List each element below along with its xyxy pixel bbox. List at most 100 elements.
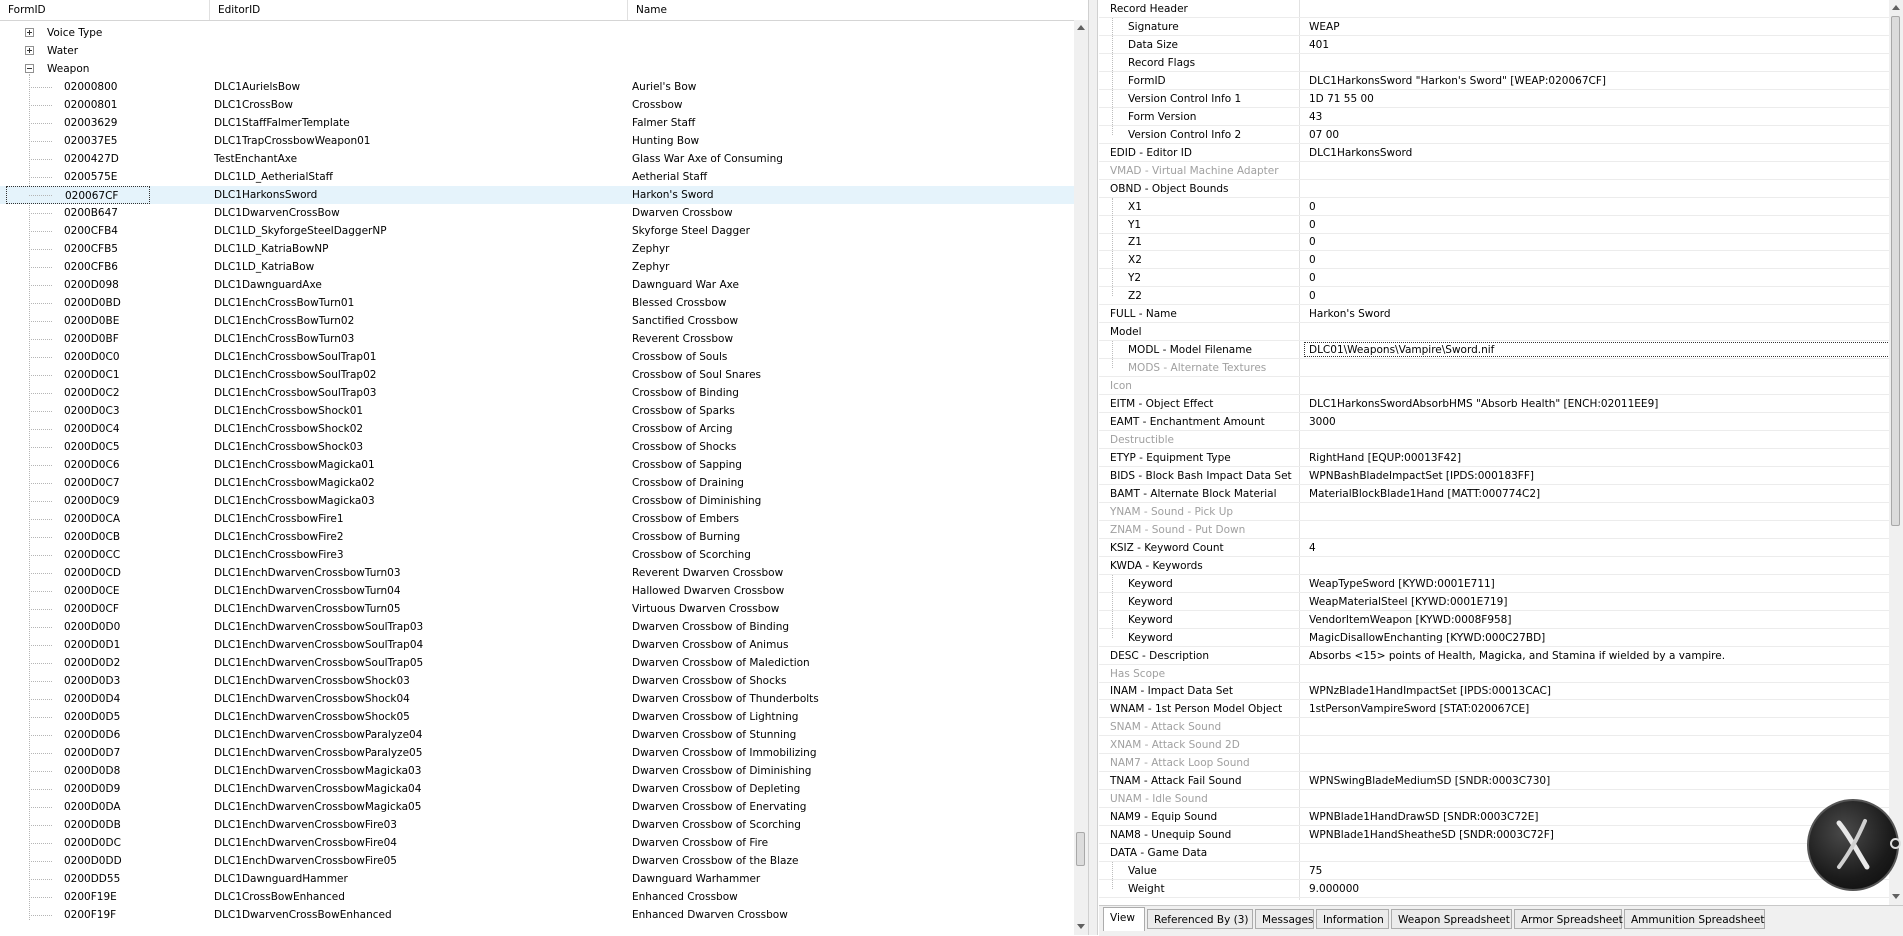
tab-armor-spreadsheet[interactable]: Armor Spreadsheet <box>1514 909 1623 929</box>
record-field-row[interactable]: Value 75 <box>1099 862 1889 881</box>
table-row[interactable]: 0200D0DB DLC1EnchDwarvenCrossbowFire03 Dwa… <box>0 816 1074 834</box>
table-row[interactable]: 0200D0BF DLC1EnchCrossBowTurn03 Reverent C… <box>0 330 1074 348</box>
record-field-row[interactable]: MODL - Model Filename DLC01\Weapons\Vampi… <box>1099 341 1889 360</box>
table-row[interactable]: 0200D0CC DLC1EnchCrossbowFire3 Crossbow of… <box>0 546 1074 564</box>
table-row[interactable]: 0200D0D6 DLC1EnchDwarvenCrossbowParalyze0… <box>0 726 1074 744</box>
table-row[interactable]: 0200D0D9 DLC1EnchDwarvenCrossbowMagicka04… <box>0 780 1074 798</box>
table-row[interactable]: 0200D0D3 DLC1EnchDwarvenCrossbowShock03 Dw… <box>0 672 1074 690</box>
table-row[interactable]: 0200D0D4 DLC1EnchDwarvenCrossbowShock04 Dw… <box>0 690 1074 708</box>
table-row[interactable]: 0200D0C3 DLC1EnchCrossbowShock01 Crossbow … <box>0 402 1074 420</box>
column-header-editorid[interactable]: EditorID <box>210 0 628 20</box>
record-field-row[interactable]: NAM8 - Unequip Sound WPNBlade1HandSheathe… <box>1099 826 1889 845</box>
table-row[interactable]: 0200D0C6 DLC1EnchCrossbowMagicka01 Crossbo… <box>0 456 1074 474</box>
table-row[interactable]: 0200D0D5 DLC1EnchDwarvenCrossbowShock05 Dw… <box>0 708 1074 726</box>
table-row[interactable]: 0200B647 DLC1DwarvenCrossBow Dwarven Cross… <box>0 204 1074 222</box>
left-scrollbar[interactable] <box>1074 20 1088 935</box>
logo-handle-icon[interactable] <box>1890 838 1901 849</box>
table-row-selected[interactable]: 020067CF DLC1HarkonsSword Harkon's Sword <box>0 186 1074 204</box>
record-field-row[interactable]: Record Header <box>1099 0 1889 18</box>
table-row[interactable]: 0200CFB4 DLC1LD_SkyforgeSteelDaggerNP Skyf… <box>0 222 1074 240</box>
table-row[interactable]: 0200D0CB DLC1EnchCrossbowFire2 Crossbow of… <box>0 528 1074 546</box>
field-value-editor[interactable]: DLC01\Weapons\Vampire\Sword.nif <box>1304 342 1889 358</box>
record-field-row[interactable]: ZNAM - Sound - Put Down <box>1099 521 1889 539</box>
table-row[interactable]: 0200CFB6 DLC1LD_KatriaBow Zephyr <box>0 258 1074 276</box>
table-row[interactable]: 0200D0CF DLC1EnchDwarvenCrossbowTurn05 Vir… <box>0 600 1074 618</box>
record-field-row[interactable]: KSIZ - Keyword Count 4 <box>1099 539 1889 557</box>
table-row[interactable]: 0200D098 DLC1DawnguardAxe Dawnguard War Ax… <box>0 276 1074 294</box>
record-field-row[interactable]: Has Scope <box>1099 665 1889 683</box>
tab-weapon-spreadsheet[interactable]: Weapon Spreadsheet <box>1391 909 1512 929</box>
table-row[interactable]: 0200D0D7 DLC1EnchDwarvenCrossbowParalyze0… <box>0 744 1074 762</box>
tab-referenced-by-3[interactable]: Referenced By (3) <box>1147 909 1253 929</box>
tab-view[interactable]: View <box>1103 907 1145 931</box>
record-field-row[interactable]: Y2 0 <box>1099 269 1889 288</box>
table-row[interactable]: 0200D0C1 DLC1EnchCrossbowSoulTrap02 Crossb… <box>0 366 1074 384</box>
record-field-row[interactable]: Destructible <box>1099 431 1889 450</box>
table-row[interactable]: 02003629 DLC1StaffFalmerTemplate Falmer St… <box>0 114 1074 132</box>
table-row[interactable]: 0200F19E DLC1CrossBowEnhanced Enhanced Cro… <box>0 888 1074 906</box>
record-field-row[interactable]: Z1 0 <box>1099 233 1889 252</box>
tree-group-weapon[interactable]: Weapon <box>0 60 1074 78</box>
table-row[interactable]: 0200D0BE DLC1EnchCrossBowTurn02 Sanctified… <box>0 312 1074 330</box>
record-field-row[interactable]: Version Control Info 1 1D 71 55 00 <box>1099 90 1889 108</box>
record-field-row[interactable]: VMAD - Virtual Machine Adapter <box>1099 162 1889 180</box>
scroll-up-icon[interactable] <box>1077 25 1085 30</box>
table-row[interactable]: 0200D0CA DLC1EnchCrossbowFire1 Crossbow of… <box>0 510 1074 528</box>
record-field-row[interactable]: BAMT - Alternate Block Material MaterialB… <box>1099 485 1889 503</box>
record-field-row[interactable]: BIDS - Block Bash Impact Data Set WPNBash… <box>1099 467 1889 485</box>
record-field-row[interactable]: X1 0 <box>1099 198 1889 216</box>
record-field-row[interactable]: Keyword WeapTypeSword [KYWD:0001E711] <box>1099 575 1889 593</box>
record-field-row[interactable]: DATA - Game Data <box>1099 844 1889 863</box>
column-header-name[interactable]: Name <box>628 0 1074 20</box>
right-scrollbar-thumb[interactable] <box>1891 16 1900 526</box>
xedit-logo-icon[interactable] <box>1807 799 1899 891</box>
column-header-formid[interactable]: FormID <box>0 0 210 20</box>
scroll-down-icon[interactable] <box>1892 894 1900 899</box>
record-field-row[interactable]: EDID - Editor ID DLC1HarkonsSword <box>1099 144 1889 162</box>
record-field-row[interactable]: OBND - Object Bounds <box>1099 180 1889 198</box>
table-row[interactable]: 0200D0D8 DLC1EnchDwarvenCrossbowMagicka03… <box>0 762 1074 780</box>
record-field-row[interactable]: Model <box>1099 323 1889 342</box>
left-scrollbar-thumb[interactable] <box>1076 832 1085 866</box>
table-row[interactable]: 0200427D TestEnchantAxe Glass War Axe of C… <box>0 150 1074 168</box>
scroll-up-icon[interactable] <box>1892 5 1900 10</box>
tree-group-water[interactable]: Water <box>0 42 1074 60</box>
table-row[interactable]: 0200D0C7 DLC1EnchCrossbowMagicka02 Crossbo… <box>0 474 1074 492</box>
collapse-icon[interactable] <box>25 64 34 73</box>
table-row[interactable]: 02000800 DLC1AurielsBow Auriel's Bow <box>0 78 1074 96</box>
tab-information[interactable]: Information <box>1316 909 1389 929</box>
record-field-row[interactable]: UNAM - Idle Sound <box>1099 790 1889 809</box>
record-field-row[interactable]: X2 0 <box>1099 251 1889 270</box>
table-row[interactable]: 020037E5 DLC1TrapCrossbowWeapon01 Hunting … <box>0 132 1074 150</box>
table-row[interactable]: 0200DD55 DLC1DawnguardHammer Dawnguard War… <box>0 870 1074 888</box>
table-row[interactable]: 0200D0C9 DLC1EnchCrossbowMagicka03 Crossbo… <box>0 492 1074 510</box>
scroll-down-icon[interactable] <box>1077 924 1085 929</box>
record-field-row[interactable]: EITM - Object Effect DLC1HarkonsSwordAbso… <box>1099 395 1889 414</box>
table-row[interactable]: 0200CFB5 DLC1LD_KatriaBowNP Zephyr <box>0 240 1074 258</box>
record-field-row[interactable]: ETYP - Equipment Type RightHand [EQUP:000… <box>1099 449 1889 467</box>
table-row[interactable]: 0200D0CD DLC1EnchDwarvenCrossbowTurn03 Rev… <box>0 564 1074 582</box>
expand-icon[interactable] <box>25 46 34 55</box>
record-field-row[interactable]: MODS - Alternate Textures <box>1099 359 1889 378</box>
record-field-row[interactable]: EAMT - Enchantment Amount 3000 <box>1099 413 1889 432</box>
table-row[interactable]: 0200D0C2 DLC1EnchCrossbowSoulTrap03 Crossb… <box>0 384 1074 402</box>
record-field-row[interactable]: WNAM - 1st Person Model Object 1stPersonV… <box>1099 700 1889 719</box>
record-field-row[interactable]: Y1 0 <box>1099 216 1889 234</box>
record-field-row[interactable]: Icon <box>1099 377 1889 396</box>
table-row[interactable]: 0200D0C4 DLC1EnchCrossbowShock02 Crossbow … <box>0 420 1074 438</box>
table-row[interactable]: 0200F19F DLC1DwarvenCrossBowEnhanced Enhan… <box>0 906 1074 924</box>
record-field-row[interactable]: Record Flags <box>1099 54 1889 72</box>
record-field-row[interactable]: Keyword VendorItemWeapon [KYWD:0008F958] <box>1099 611 1889 629</box>
record-field-row[interactable]: Z2 0 <box>1099 287 1889 306</box>
record-field-row[interactable]: TNAM - Attack Fail Sound WPNSwingBladeMed… <box>1099 772 1889 791</box>
tab-messages[interactable]: Messages <box>1255 909 1314 929</box>
table-row[interactable]: 0200D0BD DLC1EnchCrossBowTurn01 Blessed Cr… <box>0 294 1074 312</box>
record-field-row[interactable]: Version Control Info 2 07 00 <box>1099 126 1889 144</box>
right-scrollbar[interactable] <box>1889 0 1903 905</box>
table-row[interactable]: 0200D0D2 DLC1EnchDwarvenCrossbowSoulTrap0… <box>0 654 1074 672</box>
record-field-row[interactable]: NAM9 - Equip Sound WPNBlade1HandDrawSD [S… <box>1099 808 1889 827</box>
record-field-row[interactable]: Keyword MagicDisallowEnchanting [KYWD:000… <box>1099 629 1889 647</box>
record-field-row[interactable]: KWDA - Keywords <box>1099 557 1889 575</box>
table-row[interactable]: 0200575E DLC1LD_AetherialStaff Aetherial S… <box>0 168 1074 186</box>
tab-ammunition-spreadsheet[interactable]: Ammunition Spreadsheet <box>1624 909 1765 929</box>
